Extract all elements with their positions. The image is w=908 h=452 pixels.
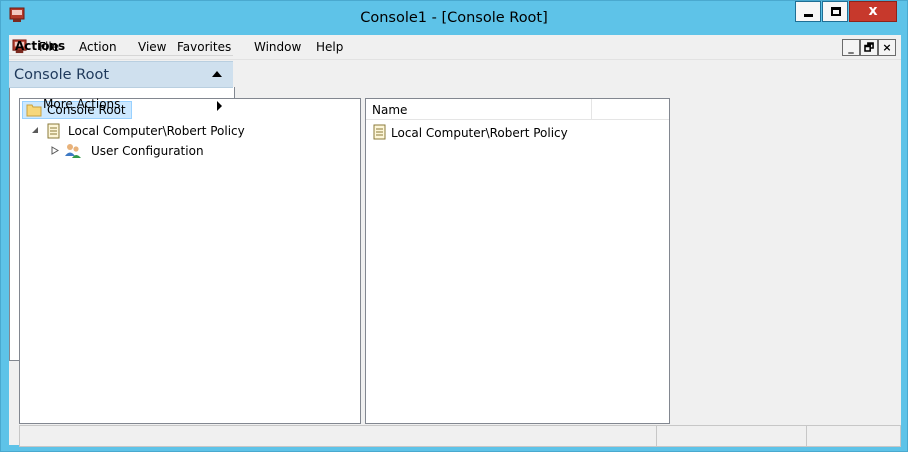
minimize-icon <box>804 14 813 17</box>
client-area: File Action View Favorites Window Help _… <box>9 35 901 447</box>
maximize-icon <box>831 7 841 16</box>
mmc-window: Console1 - [Console Root] x File Action … <box>0 0 908 452</box>
actions-header-label: Actions <box>15 39 66 53</box>
more-actions-item[interactable]: More Actions <box>9 95 233 115</box>
actions-group-title: Console Root <box>14 67 110 83</box>
actions-header: Actions <box>9 35 233 56</box>
status-segment <box>806 426 900 446</box>
policy-scroll-icon <box>373 124 386 140</box>
child-restore-button[interactable]: 🗗 <box>860 39 878 56</box>
policy-scroll-icon <box>47 123 60 139</box>
close-icon: x <box>868 3 878 19</box>
column-header-label: Name <box>372 103 408 117</box>
menu-help[interactable]: Help <box>316 40 343 54</box>
child-close-button[interactable]: × <box>878 39 896 56</box>
restore-icon: 🗗 <box>863 41 875 54</box>
status-segment <box>656 426 806 446</box>
actions-group-console-root[interactable]: Console Root <box>9 61 233 88</box>
close-button[interactable]: x <box>849 1 897 22</box>
tree-item-label: User Configuration <box>91 144 204 158</box>
title-bar[interactable]: Console1 - [Console Root] x <box>1 1 907 35</box>
window-title: Console1 - [Console Root] <box>360 10 548 26</box>
list-header: Name <box>366 99 669 120</box>
tree-item-label: Local Computer\Robert Policy <box>68 124 245 138</box>
status-main <box>20 426 656 446</box>
expand-arrow-icon[interactable] <box>51 146 59 155</box>
collapse-arrow-icon[interactable] <box>31 126 39 134</box>
list-item-label: Local Computer\Robert Policy <box>391 126 568 140</box>
menu-window[interactable]: Window <box>254 40 301 54</box>
close-icon: × <box>882 41 892 54</box>
column-header-name[interactable]: Name <box>366 99 592 120</box>
minimize-icon: _ <box>848 41 854 54</box>
maximize-button[interactable] <box>822 1 848 22</box>
users-icon <box>65 144 81 158</box>
child-minimize-button[interactable]: _ <box>842 39 860 56</box>
status-bar <box>19 425 901 447</box>
collapse-up-icon[interactable] <box>212 71 222 77</box>
minimize-button[interactable] <box>795 1 821 22</box>
more-actions-label: More Actions <box>43 97 121 111</box>
console-tree-pane[interactable]: Console Root Local Computer\Robert Polic… <box>19 98 361 424</box>
submenu-arrow-icon <box>217 101 222 111</box>
results-list-pane[interactable]: Name Local Computer\Robert Policy <box>365 98 670 424</box>
